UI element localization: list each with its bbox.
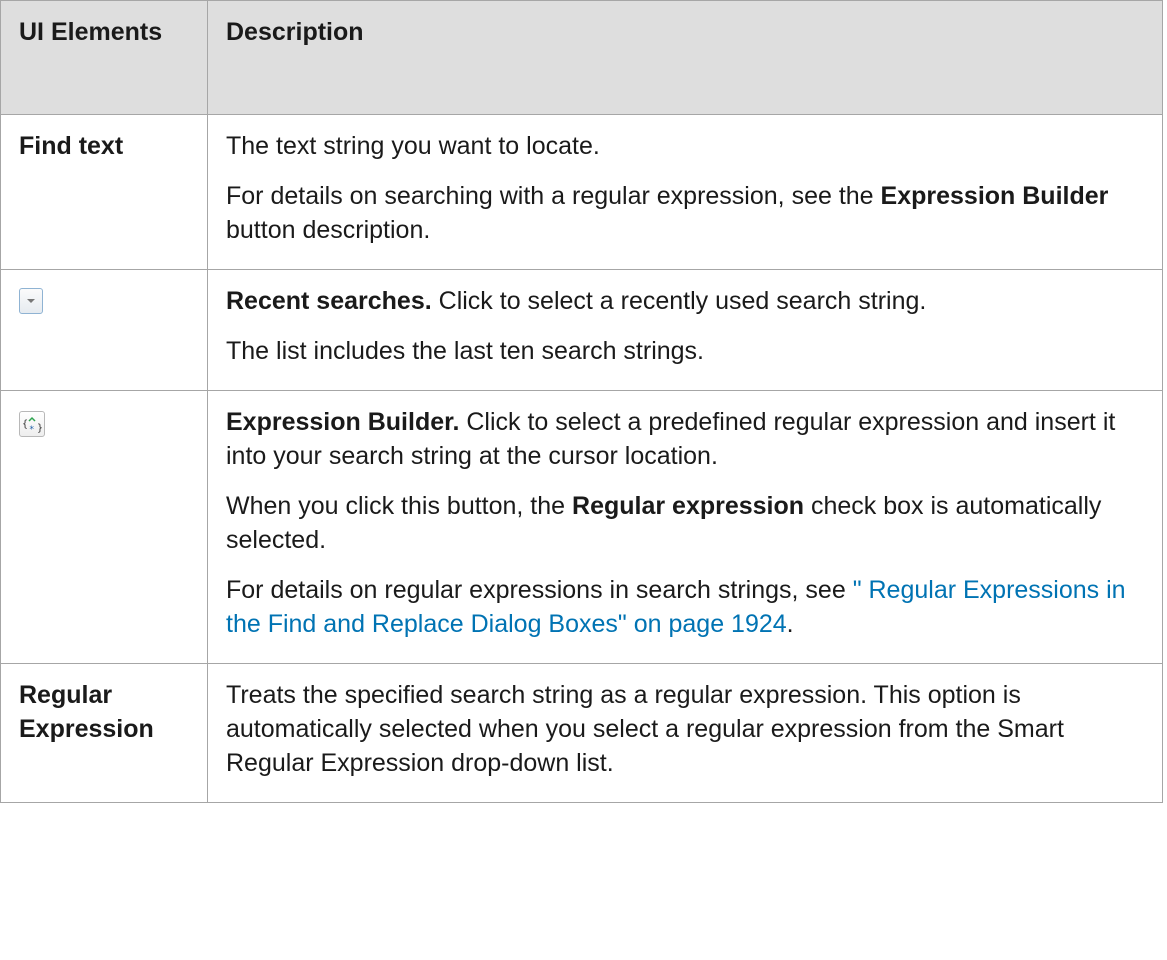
expression-builder-icon-cell: { } *: [0, 390, 208, 664]
table-header-row: UI Elements Description: [0, 0, 1163, 115]
recent-searches-p1: Recent searches. Click to select a recen…: [226, 284, 1144, 318]
regular-expression-description: Treats the specified search string as a …: [207, 663, 1163, 803]
expression-builder-p3-post: .: [786, 610, 794, 638]
regular-expression-text: Treats the specified search string as a …: [226, 681, 1064, 777]
svg-text:{: {: [22, 419, 28, 430]
recent-searches-bold: Recent searches.: [226, 287, 432, 315]
find-text-p1: The text string you want to locate.: [226, 132, 600, 160]
expression-builder-p2: When you click this button, the Regular …: [226, 489, 1144, 557]
regular-expression-label: Regular Expression: [0, 663, 208, 803]
svg-text:*: *: [29, 425, 34, 435]
expression-builder-p3: For details on regular expressions in se…: [226, 573, 1144, 641]
find-text-p2-post: button description.: [226, 216, 431, 244]
expression-builder-description: Expression Builder. Click to select a pr…: [207, 390, 1163, 664]
expression-builder-p2-bold: Regular expression: [572, 492, 805, 520]
table-row-find-text: Find text The text string you want to lo…: [0, 114, 1163, 270]
dropdown-arrow-icon: [19, 288, 43, 314]
recent-searches-p2: The list includes the last ten search st…: [226, 337, 705, 365]
recent-searches-text: Click to select a recently used search s…: [431, 287, 927, 315]
find-text-description: The text string you want to locate. For …: [207, 114, 1163, 270]
header-description: Description: [207, 0, 1163, 115]
header-ui-elements: UI Elements: [0, 0, 208, 115]
find-text-label: Find text: [0, 114, 208, 270]
expression-builder-p3-pre: For details on regular expressions in se…: [226, 576, 853, 604]
expression-builder-p1: Expression Builder. Click to select a pr…: [226, 405, 1144, 473]
svg-text:}: }: [37, 423, 43, 434]
ui-elements-table: UI Elements Description Find text The te…: [0, 0, 1163, 803]
table-row-expression-builder: { } * Expression Builder. Click to selec…: [0, 390, 1163, 664]
recent-searches-description: Recent searches. Click to select a recen…: [207, 269, 1163, 391]
recent-searches-icon-cell: [0, 269, 208, 391]
table-row-recent-searches: Recent searches. Click to select a recen…: [0, 269, 1163, 391]
find-text-p2: For details on searching with a regular …: [226, 179, 1144, 247]
find-text-p2-pre: For details on searching with a regular …: [226, 182, 881, 210]
expression-builder-bold: Expression Builder.: [226, 408, 460, 436]
expression-builder-p2-pre: When you click this button, the: [226, 492, 573, 520]
find-text-p2-bold: Expression Builder: [880, 182, 1109, 210]
expression-builder-icon: { } *: [19, 411, 45, 437]
table-row-regular-expression: Regular Expression Treats the specified …: [0, 663, 1163, 803]
